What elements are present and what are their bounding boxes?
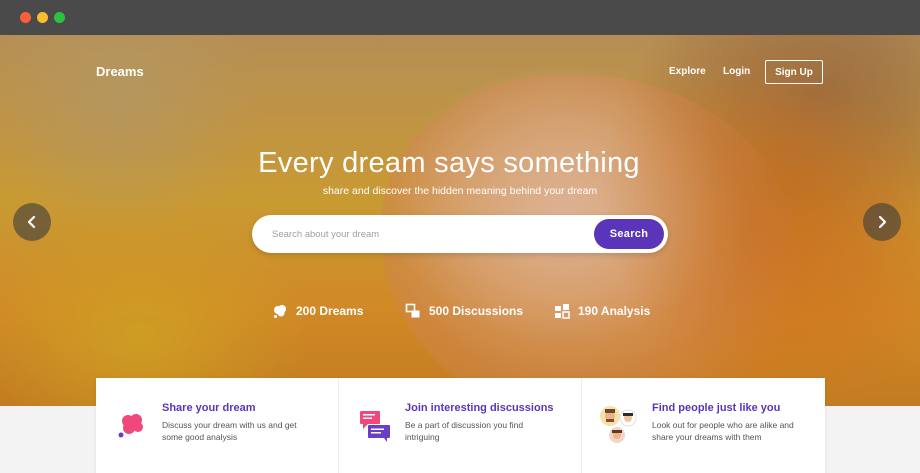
chevron-right-icon [878,215,887,229]
stat-dreams-label: 200 Dreams [296,304,364,318]
maximize-window-dot[interactable] [54,12,65,23]
feature-cards: Share your dream Discuss your dream with… [96,378,825,473]
nav-explore-link[interactable]: Explore [669,66,706,77]
search-input[interactable] [272,215,592,253]
feature-title: Join interesting discussions [405,402,554,414]
feature-card-people[interactable]: Find people just like you Look out for p… [582,378,825,473]
chevron-left-icon [27,215,36,229]
hero-headline: Every dream says something [258,147,640,179]
feature-card-share[interactable]: Share your dream Discuss your dream with… [96,378,339,473]
browser-window: Dreams Explore Login Sign Up Every dream… [0,0,920,473]
people-icon [600,406,637,443]
carousel-next-button[interactable] [863,203,901,241]
cloud-icon [274,305,286,318]
feature-desc: Be a part of discussion you find intrigu… [405,420,524,442]
feature-title: Share your dream [162,402,256,414]
carousel-prev-button[interactable] [13,203,51,241]
stat-discussions-label: 500 Discussions [429,304,524,318]
brand-logo[interactable]: Dreams [96,64,144,79]
nav-login-link[interactable]: Login [723,66,750,77]
window-titlebar [0,0,920,35]
minimize-window-dot[interactable] [37,12,48,23]
close-window-dot[interactable] [20,12,31,23]
hero-banner: Dreams Explore Login Sign Up Every dream… [0,35,920,406]
search-bar: Search [252,215,668,253]
signup-button[interactable]: Sign Up [765,60,823,84]
dream-cloud-icon [118,414,143,438]
chat-bubbles-icon [360,411,390,442]
discussion-icon [405,303,420,318]
search-button[interactable]: Search [594,219,664,249]
analysis-icon [555,304,570,319]
hero-subline: share and discover the hidden meaning be… [322,185,598,197]
feature-card-discussions[interactable]: Join interesting discussions Be a part o… [339,378,582,473]
stat-discussions: 500 Discussions [405,303,523,319]
stat-analysis-label: 190 Analysis [578,304,651,318]
feature-title: Find people just like you [652,402,781,414]
feature-desc: Look out for people who are alike and sh… [652,420,794,442]
feature-desc: Discuss your dream with us and get some … [162,420,297,442]
stat-analysis: 190 Analysis [554,303,650,319]
stat-dreams: 200 Dreams [272,303,363,319]
